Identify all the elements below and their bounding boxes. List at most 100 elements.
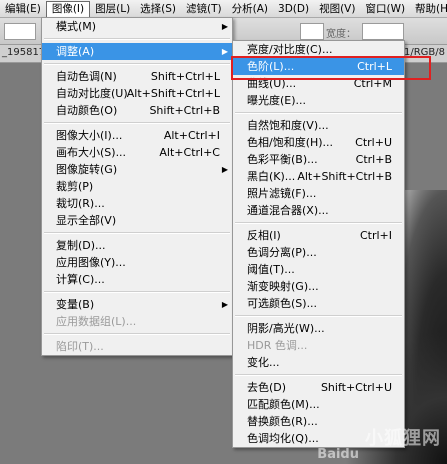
menubar-item-6[interactable]: 3D(D)	[273, 1, 314, 17]
adjust-menu-item-label: 阈值(T)...	[247, 263, 295, 276]
adjust-menu-item: HDR 色调...	[233, 337, 404, 354]
width-label: 宽度：	[326, 29, 356, 40]
adjust-menu-separator	[235, 315, 402, 317]
image-menu-item[interactable]: 图像旋转(G) ▶	[42, 161, 232, 178]
image-menu-item: 陷印(T)...	[42, 338, 232, 355]
menubar-item-7[interactable]: 视图(V)	[314, 1, 360, 17]
adjust-menu-item-label: 通道混合器(X)...	[247, 204, 329, 217]
adjust-menu-item-label: 反相(I)	[247, 229, 281, 242]
image-menu-separator	[44, 333, 230, 335]
image-menu-item[interactable]: 自动色调(N) Shift+Ctrl+L	[42, 68, 232, 85]
adjust-menu-item[interactable]: 色相/饱和度(H)... Ctrl+U	[233, 134, 404, 151]
image-menu-separator	[44, 63, 230, 65]
image-menu-item-shortcut: Alt+Ctrl+C	[159, 146, 220, 159]
image-menu-item-label: 自动颜色(O)	[56, 104, 118, 117]
adjust-menu-separator	[235, 112, 402, 114]
image-menu-item-label: 图像旋转(G)	[56, 163, 118, 176]
image-menu-item-label: 图像大小(I)...	[56, 129, 123, 142]
adjust-menu-item-label: 色调均化(Q)...	[247, 432, 319, 445]
adjust-menu-separator	[235, 374, 402, 376]
adjust-menu-separator	[235, 222, 402, 224]
image-menu-item[interactable]: 复制(D)...	[42, 237, 232, 254]
tool-preset-field[interactable]	[4, 23, 36, 40]
adjust-menu-item-label: 阴影/高光(W)...	[247, 322, 325, 335]
menubar-item-2[interactable]: 图层(L)	[90, 1, 135, 17]
adjust-menu-item-shortcut: Ctrl+U	[355, 136, 392, 149]
image-menu-item[interactable]: 画布大小(S)... Alt+Ctrl+C	[42, 144, 232, 161]
image-menu-item-label: 模式(M)	[56, 20, 97, 33]
image-menu-item-label: 调整(A)	[56, 45, 95, 58]
adjust-menu-item-label: HDR 色调...	[247, 339, 308, 352]
adjust-menu-item-label: 色调分离(P)...	[247, 246, 317, 259]
image-menu-item[interactable]: 计算(C)...	[42, 271, 232, 288]
adjust-menu-item-label: 自然饱和度(V)...	[247, 119, 329, 132]
image-menu-item: 应用数据组(L)...	[42, 313, 232, 330]
menubar-item-1[interactable]: 图像(I)	[45, 0, 91, 17]
width-field[interactable]	[300, 23, 324, 40]
image-menu-item[interactable]: 裁切(R)...	[42, 195, 232, 212]
adjust-menu-item[interactable]: 色彩平衡(B)... Ctrl+B	[233, 151, 404, 168]
menubar-item-5[interactable]: 分析(A)	[227, 1, 273, 17]
adjust-menu-item[interactable]: 曝光度(E)...	[233, 92, 404, 109]
adjust-menu-item[interactable]: 去色(D) Shift+Ctrl+U	[233, 379, 404, 396]
adjust-menu-item-label: 黑白(K)...	[247, 170, 296, 183]
image-menu-item[interactable]: 图像大小(I)... Alt+Ctrl+I	[42, 127, 232, 144]
adjust-menu-item[interactable]: 变化...	[233, 354, 404, 371]
adjust-menu-item[interactable]: 阈值(T)...	[233, 261, 404, 278]
image-menu-item[interactable]: 应用图像(Y)...	[42, 254, 232, 271]
adjust-menu-item[interactable]: 反相(I) Ctrl+I	[233, 227, 404, 244]
image-menu-item-shortcut: Shift+Ctrl+B	[149, 104, 220, 117]
image-menu-item-shortcut: Alt+Shift+Ctrl+L	[126, 87, 220, 100]
image-menu-item-label: 陷印(T)...	[56, 340, 104, 353]
image-menu-item[interactable]: 显示全部(V)	[42, 212, 232, 229]
adjust-menu-item-shortcut: Ctrl+I	[359, 229, 392, 242]
adjust-menu-item-shortcut: Ctrl+B	[355, 153, 392, 166]
menubar-item-4[interactable]: 滤镜(T)	[181, 1, 227, 17]
image-menu-item-label: 画布大小(S)...	[56, 146, 127, 159]
image-menu-item-label: 裁剪(P)	[56, 180, 94, 193]
image-menu: 模式(M) ▶ 调整(A) ▶ 自动色调(N) Shift+Ctrl+L 自动对比度(U) A…	[41, 17, 233, 356]
menu-bar: 编辑(E) 图像(I) 图层(L) 选择(S) 滤镜(T) 分析(A) 3D(D) 视图(V)…	[0, 0, 447, 18]
watermark: 小狐狸网	[365, 428, 441, 449]
menubar-item-3[interactable]: 选择(S)	[135, 1, 181, 17]
adjust-menu-item-label: 去色(D)	[247, 381, 287, 394]
adjust-menu-item-label: 可选颜色(S)...	[247, 297, 318, 310]
adjust-menu-item[interactable]: 通道混合器(X)...	[233, 202, 404, 219]
adjust-menu-item-label: 替换颜色(R)...	[247, 415, 318, 428]
adjust-menu-item[interactable]: 可选颜色(S)...	[233, 295, 404, 312]
adjust-menu-item[interactable]: 匹配颜色(M)...	[233, 396, 404, 413]
menubar-item-8[interactable]: 窗口(W)	[360, 1, 410, 17]
adjust-menu-item[interactable]: 阴影/高光(W)...	[233, 320, 404, 337]
adjust-menu-item[interactable]: 黑白(K)... Alt+Shift+Ctrl+B	[233, 168, 404, 185]
adjust-menu-item-label: 曝光度(E)...	[247, 94, 307, 107]
image-menu-item-label: 自动色调(N)	[56, 70, 117, 83]
adjust-menu-item[interactable]: 色调分离(P)...	[233, 244, 404, 261]
adjust-menu-item-shortcut: Alt+Shift+Ctrl+B	[297, 170, 392, 183]
image-menu-item[interactable]: 自动颜色(O) Shift+Ctrl+B	[42, 102, 232, 119]
image-menu-item-label: 显示全部(V)	[56, 214, 117, 227]
submenu-arrow-icon: ▶	[221, 22, 228, 31]
adjust-menu-item-label: 照片滤镜(F)...	[247, 187, 317, 200]
image-menu-item-label: 应用图像(Y)...	[56, 256, 126, 269]
adjust-menu-item[interactable]: 渐变映射(G)...	[233, 278, 404, 295]
image-menu-item-label: 变量(B)	[56, 298, 95, 311]
watermark-sub: Baidu	[317, 447, 359, 462]
submenu-arrow-icon: ▶	[221, 47, 228, 56]
image-menu-item[interactable]: 自动对比度(U) Alt+Shift+Ctrl+L	[42, 85, 232, 102]
menubar-item-0[interactable]: 编辑(E)	[0, 1, 46, 17]
image-menu-separator	[44, 38, 230, 40]
image-menu-separator	[44, 232, 230, 234]
image-menu-item[interactable]: 调整(A) ▶	[42, 43, 232, 60]
image-menu-item[interactable]: 变量(B) ▶	[42, 296, 232, 313]
height-field[interactable]	[362, 23, 404, 40]
adjust-menu-item-label: 亮度/对比度(C)...	[247, 43, 333, 56]
adjust-menu-item[interactable]: 照片滤镜(F)...	[233, 185, 404, 202]
image-menu-item-label: 自动对比度(U)	[56, 87, 128, 100]
image-menu-item[interactable]: 裁剪(P)	[42, 178, 232, 195]
annotation-highlight-box	[231, 56, 431, 80]
adjust-menu-item[interactable]: 自然饱和度(V)...	[233, 117, 404, 134]
adjust-menu-item-label: 变化...	[247, 356, 280, 369]
menubar-item-9[interactable]: 帮助(H)	[410, 1, 447, 17]
image-menu-item[interactable]: 模式(M) ▶	[42, 18, 232, 35]
image-menu-item-shortcut: Shift+Ctrl+L	[150, 70, 220, 83]
